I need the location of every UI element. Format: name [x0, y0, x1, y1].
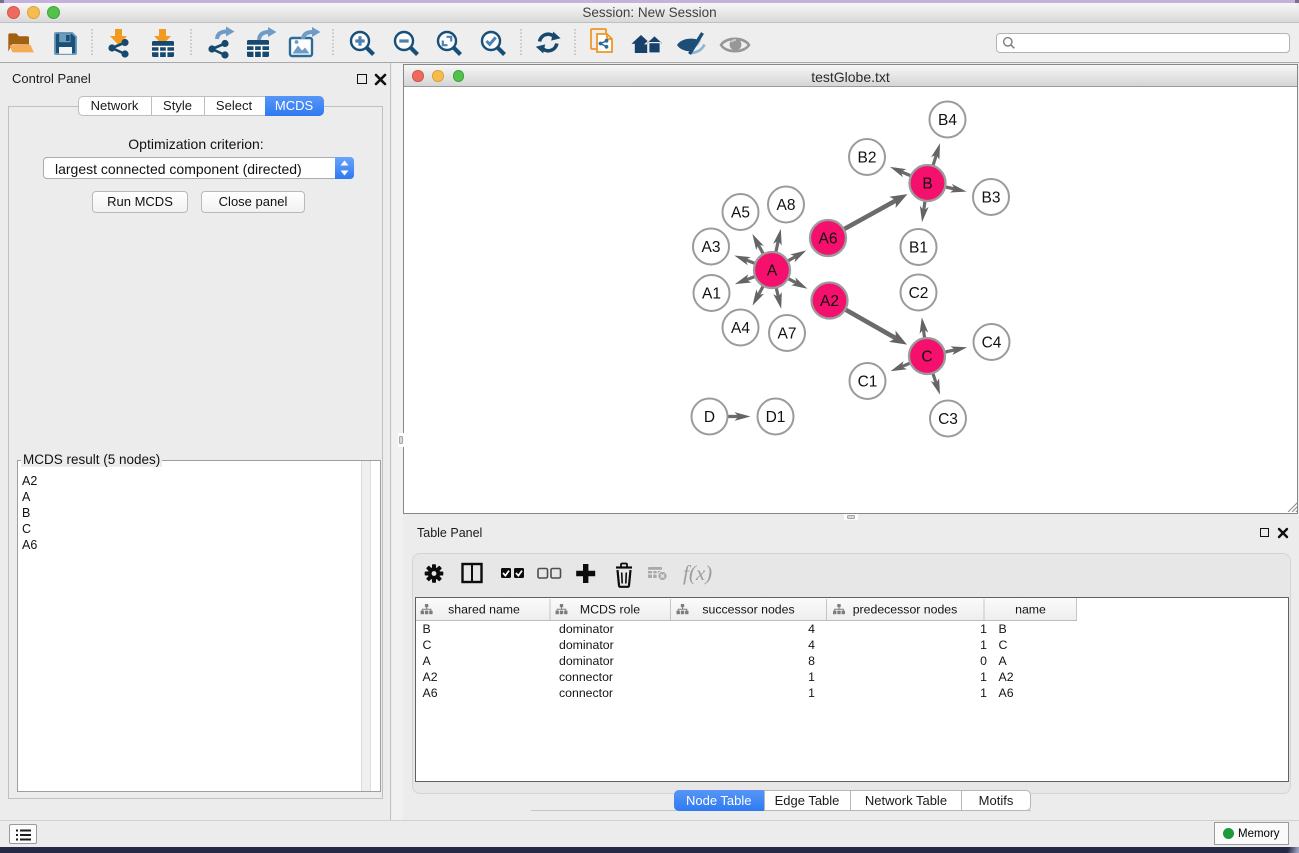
- svg-text:B: B: [922, 176, 932, 193]
- svg-text:B4: B4: [938, 112, 957, 129]
- svg-text:f(x): f(x): [683, 561, 712, 585]
- svg-text:A6: A6: [819, 231, 838, 248]
- svg-text:A8: A8: [777, 197, 796, 214]
- svg-text:D: D: [704, 409, 715, 426]
- svg-text:A3: A3: [702, 239, 721, 256]
- svg-text:C4: C4: [982, 335, 1002, 352]
- svg-text:A4: A4: [731, 320, 750, 337]
- svg-text:C: C: [921, 349, 932, 366]
- svg-text:MCDS role: MCDS role: [579, 603, 639, 617]
- svg-text:B1: B1: [909, 240, 928, 257]
- svg-text:A2: A2: [820, 293, 839, 310]
- svg-text:shared name: shared name: [448, 603, 520, 617]
- svg-text:successor nodes: successor nodes: [702, 603, 794, 617]
- svg-text:D1: D1: [766, 409, 786, 426]
- svg-text:C3: C3: [938, 411, 958, 428]
- svg-text:A1: A1: [702, 286, 721, 303]
- svg-text:A: A: [767, 263, 778, 280]
- svg-text:name: name: [1015, 603, 1046, 617]
- svg-text:B3: B3: [982, 190, 1001, 207]
- svg-text:A7: A7: [778, 326, 797, 343]
- svg-text:predecessor nodes: predecessor nodes: [852, 603, 957, 617]
- svg-text:B2: B2: [858, 150, 877, 167]
- svg-text:A5: A5: [731, 205, 750, 222]
- svg-text:C1: C1: [858, 374, 878, 391]
- svg-text:C2: C2: [909, 285, 929, 302]
